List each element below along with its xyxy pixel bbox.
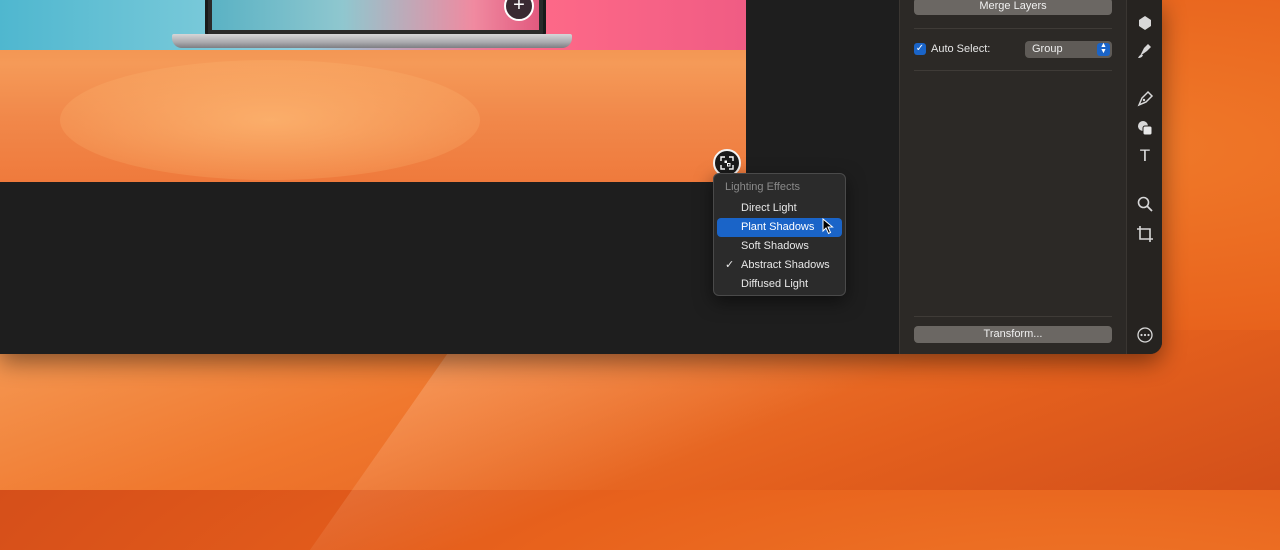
mouse-cursor-icon xyxy=(822,218,834,235)
auto-select-dropdown[interactable]: Group ▲ ▼ xyxy=(1025,41,1112,58)
more-icon[interactable] xyxy=(1136,326,1154,344)
crop-icon[interactable] xyxy=(1136,225,1154,243)
checkmark-icon: ✓ xyxy=(725,259,735,271)
menu-item-abstract-shadows[interactable]: ✓ Abstract Shadows xyxy=(717,256,842,275)
laptop-screen xyxy=(205,0,546,37)
panel-divider xyxy=(914,28,1112,29)
zoom-icon[interactable] xyxy=(1136,195,1154,213)
menu-item-label: Soft Shadows xyxy=(741,240,809,252)
menu-item-label: Diffused Light xyxy=(741,278,809,290)
menu-item-diffused-light[interactable]: Diffused Light xyxy=(717,275,842,294)
text-icon[interactable]: T xyxy=(1136,147,1154,165)
menu-item-soft-shadows[interactable]: Soft Shadows xyxy=(717,237,842,256)
menu-item-direct-light[interactable]: Direct Light xyxy=(717,199,842,218)
canvas-light-blob xyxy=(60,60,480,180)
lighting-effects-icon xyxy=(720,156,734,170)
app-window: + Lighting Effects Direct Light Plant Sh… xyxy=(0,0,1162,354)
menu-item-label: Abstract Shadows xyxy=(741,259,830,271)
menu-item-label: Direct Light xyxy=(741,202,797,214)
panel-divider xyxy=(914,316,1112,317)
pen-icon[interactable] xyxy=(1136,90,1154,108)
desktop-wallpaper xyxy=(0,330,1280,490)
brush-icon[interactable] xyxy=(1136,42,1154,60)
shapes-icon[interactable] xyxy=(1136,119,1154,137)
transform-button[interactable]: Transform... xyxy=(914,326,1112,343)
canvas-image[interactable]: + xyxy=(0,0,746,182)
menu-header: Lighting Effects xyxy=(725,181,801,193)
menu-item-label: Plant Shadows xyxy=(741,221,815,233)
auto-select-row: ✓ Auto Select: Group ▲ ▼ xyxy=(914,41,1112,58)
shape-icon[interactable] xyxy=(1136,14,1154,32)
tools-toolbar: T xyxy=(1126,0,1162,354)
auto-select-checkbox[interactable]: ✓ xyxy=(914,43,926,55)
panel-divider xyxy=(914,70,1112,71)
auto-select-label: Auto Select: xyxy=(931,43,991,55)
chevron-updown-icon: ▲ ▼ xyxy=(1097,42,1110,56)
laptop-base xyxy=(172,34,572,48)
merge-layers-button[interactable]: Merge Layers xyxy=(914,0,1112,15)
auto-select-value: Group xyxy=(1032,43,1063,55)
properties-panel: Merge Layers ✓ Auto Select: Group ▲ ▼ Tra… xyxy=(899,0,1127,354)
